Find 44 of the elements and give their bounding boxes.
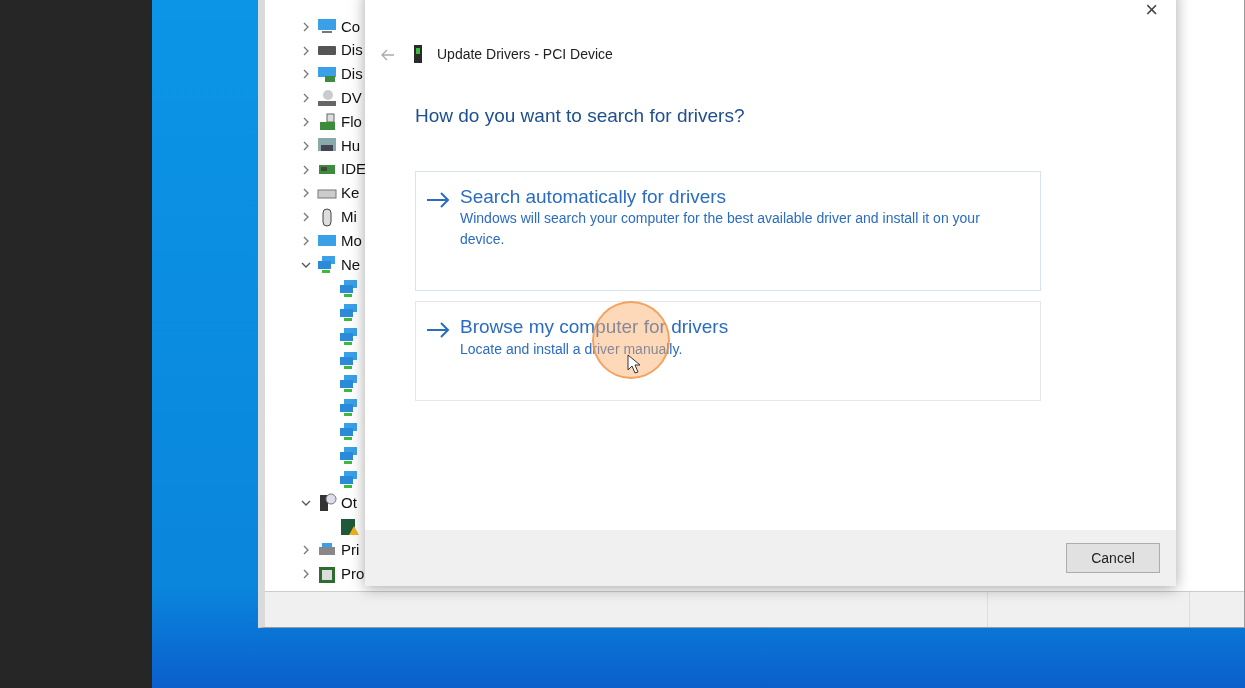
network-icon [339,350,359,370]
warning-device-icon [339,517,359,537]
floppy-drive-icon [317,112,337,132]
network-icon [339,326,359,346]
tree-item-label[interactable]: Flo [341,110,362,134]
network-icon [339,302,359,322]
tree-item-label[interactable]: Dis [341,39,363,62]
network-icon [339,374,359,394]
close-button[interactable]: × [1139,0,1164,22]
disc-drive-icon [317,88,337,108]
tree-item-label[interactable]: Hu [341,134,361,158]
device-icon [413,45,423,63]
processor-icon [317,564,337,584]
tree-item-label[interactable]: Mo [341,229,362,253]
tree-item-label[interactable]: Dis [341,63,363,86]
network-icon [339,421,359,441]
arrow-icon [426,322,450,339]
driver-option[interactable]: Search automatically for drivers Windows will search your computer for the best available driver and install it on your device. [415,170,1041,292]
tree-item-label[interactable]: DV [341,87,362,110]
dialog-heading: How do you want to search for drivers? [415,104,746,128]
tree-item-label[interactable]: Mi [341,206,357,229]
tree-item-label[interactable]: Co [341,15,361,39]
tree-item-label[interactable]: Pri [341,539,360,562]
tree-item-label[interactable]: Ke [341,182,360,205]
network-icon [339,469,359,489]
option-title: Browse my computer for drivers [460,316,729,340]
display-adapter-icon [317,65,337,84]
arrow-icon [426,191,450,208]
tree-item-label[interactable]: IDE [341,158,366,181]
back-arrow-icon [381,48,395,61]
tree-item-label[interactable]: Pro [341,562,365,586]
tree-item-label[interactable]: Ne [341,253,361,277]
option-title: Search automatically for drivers [460,185,728,209]
dialog-title: Update Drivers - PCI Device [437,44,613,64]
network-icon [339,279,359,299]
network-icon [339,445,359,465]
driver-option[interactable]: Browse my computer for drivers Locate and install a driver manually. [415,301,1041,402]
option-description: Locate and install a driver manually. [460,340,684,360]
option-description: Windows will search your computer for the best available driver and install it on your device. [460,209,981,250]
cancel-button[interactable]: Cancel [1066,543,1160,573]
unknown-device-icon [317,493,337,513]
network-icon [339,398,359,418]
tree-item-label[interactable]: Ot [341,491,357,515]
network-icon [317,255,337,275]
